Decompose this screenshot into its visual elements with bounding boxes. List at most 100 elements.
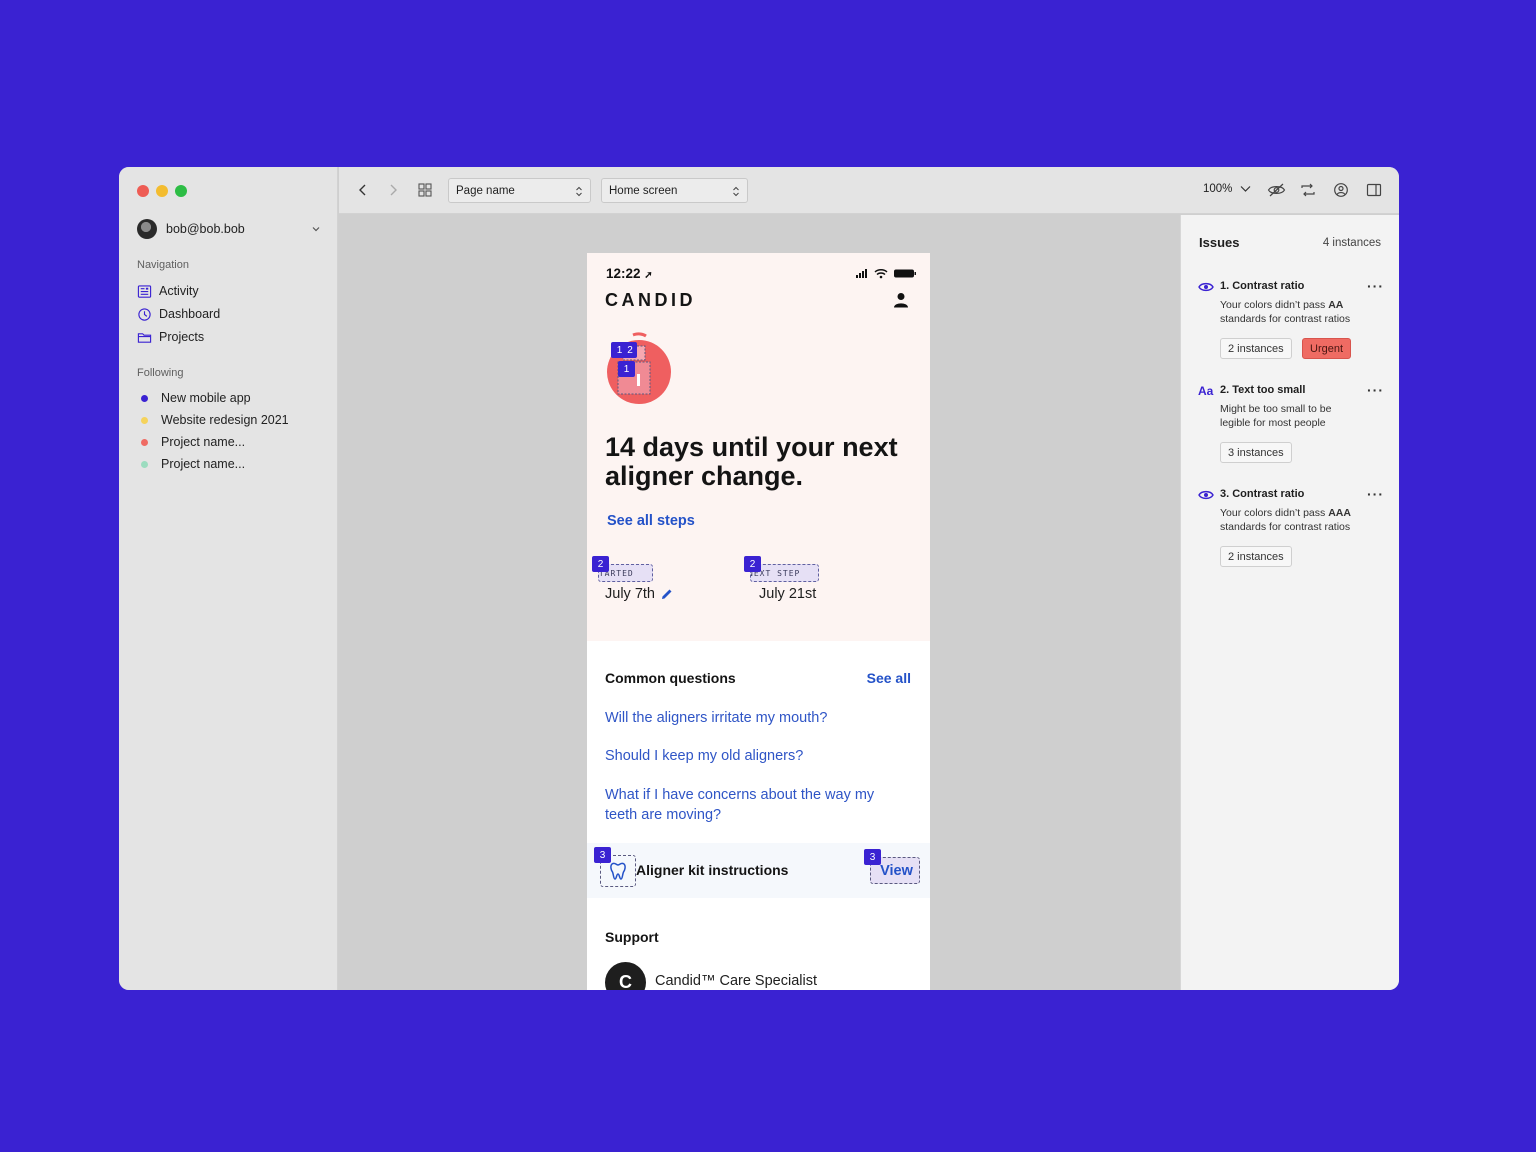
start-date-text: July 7th xyxy=(605,586,655,602)
instances-chip[interactable]: 2 instances xyxy=(1220,546,1292,567)
issues-panel: Issues 4 instances 1. Contrast ratio ···… xyxy=(1180,215,1399,990)
issue-title: 3. Contrast ratio xyxy=(1220,488,1305,500)
sidebar-item-dashboard[interactable]: Dashboard xyxy=(137,305,220,323)
issue-description-bold: AAA xyxy=(1328,507,1351,519)
user-circle-icon[interactable] xyxy=(1333,182,1349,198)
project-color-dot xyxy=(141,438,148,446)
project-color-dot xyxy=(141,460,148,468)
chevron-down-icon xyxy=(1240,186,1251,192)
chevron-down-icon xyxy=(312,227,320,232)
maximize-window-button[interactable] xyxy=(175,185,187,197)
phone-screen: 12:22 ➚ CANDID 1 2 1 14 days until your … xyxy=(587,253,930,990)
issue-title: 1. Contrast ratio xyxy=(1220,280,1305,292)
more-options-icon[interactable]: ··· xyxy=(1367,486,1384,502)
updown-chevron-icon xyxy=(733,186,739,197)
issue-description-text: standards for contrast ratios xyxy=(1220,313,1351,325)
navigation-heading: Navigation xyxy=(137,259,189,271)
tooth-icon xyxy=(610,862,626,880)
close-window-button[interactable] xyxy=(137,185,149,197)
avatar xyxy=(137,219,157,239)
screen-select-value: Home screen xyxy=(609,184,678,197)
issue-title: 2. Text too small xyxy=(1220,384,1306,396)
user-email: bob@bob.bob xyxy=(166,222,245,236)
issue-description-bold: AA xyxy=(1328,299,1344,311)
issue-marker[interactable]: 2 xyxy=(744,556,761,572)
status-bar-icons xyxy=(856,269,916,279)
following-item-label: Project name... xyxy=(161,435,246,449)
instances-chip[interactable]: 2 instances xyxy=(1220,338,1292,359)
sidebar-item-label: Projects xyxy=(159,330,205,344)
forward-arrow-icon[interactable] xyxy=(385,182,401,198)
faq-link[interactable]: What if I have concerns about the way my… xyxy=(605,785,895,825)
issue-marker[interactable]: 1 xyxy=(618,361,635,377)
care-avatar-text: C xyxy=(619,972,632,990)
project-color-dot xyxy=(141,416,148,424)
page-title: 14 days until your next aligner change. xyxy=(605,432,898,491)
text-size-icon: Aa xyxy=(1198,384,1214,398)
back-arrow-icon[interactable] xyxy=(355,182,371,198)
issues-count: 4 instances xyxy=(1322,237,1381,249)
following-item[interactable]: Project name... xyxy=(141,433,245,451)
sidebar-item-label: Dashboard xyxy=(159,307,221,321)
issue-marker[interactable]: 3 xyxy=(594,847,611,863)
see-all-questions-link[interactable]: See all xyxy=(867,670,911,686)
urgent-badge[interactable]: Urgent xyxy=(1302,338,1352,359)
sync-icon[interactable] xyxy=(1300,182,1316,198)
issue-marker[interactable]: 3 xyxy=(864,849,881,865)
eye-icon xyxy=(1198,490,1214,500)
profile-icon[interactable] xyxy=(893,292,909,308)
following-heading: Following xyxy=(137,367,184,379)
folder-icon xyxy=(137,332,152,343)
zoom-select[interactable]: 100% xyxy=(1203,183,1251,195)
start-date: July 7th xyxy=(605,586,673,602)
following-item-label: Project name... xyxy=(161,457,246,471)
issue-description: Your colors didn’t pass AAA standards fo… xyxy=(1220,506,1380,534)
instances-chip[interactable]: 3 instances xyxy=(1220,442,1292,463)
support-title: Support xyxy=(605,929,659,945)
location-arrow-icon: ➚ xyxy=(644,270,653,281)
screen-select[interactable]: Home screen xyxy=(601,178,748,203)
status-time-text: 12:22 xyxy=(606,266,641,281)
minimize-window-button[interactable] xyxy=(156,185,168,197)
sidebar-item-projects[interactable]: Projects xyxy=(137,328,204,346)
toolbar: Page name Home screen 100% xyxy=(339,167,1399,214)
account-switcher[interactable]: bob@bob.bob xyxy=(137,218,321,240)
following-item-label: Website redesign 2021 xyxy=(161,413,289,427)
design-canvas[interactable]: 12:22 ➚ CANDID 1 2 1 14 days until your … xyxy=(339,215,1268,990)
window-controls xyxy=(137,185,187,197)
sidebar-item-label: Activity xyxy=(159,284,199,298)
issue-description: Might be too small to be legible for mos… xyxy=(1220,403,1332,429)
page-select-value: Page name xyxy=(456,184,515,197)
kit-label: Aligner kit instructions xyxy=(636,862,789,878)
issue-marker[interactable]: 2 xyxy=(623,342,637,358)
care-specialist-label[interactable]: Candid™ Care Specialist xyxy=(655,973,817,989)
issue-marker[interactable]: 2 xyxy=(592,556,609,572)
grid-icon[interactable] xyxy=(417,182,433,198)
issues-title: Issues xyxy=(1199,235,1240,250)
following-item[interactable]: Website redesign 2021 xyxy=(141,411,289,429)
hide-eye-icon[interactable] xyxy=(1267,182,1286,198)
newspaper-icon xyxy=(137,284,152,298)
issue-description-text: Your colors didn’t pass xyxy=(1220,507,1329,519)
app-window: bob@bob.bob Navigation Activity Dashboar… xyxy=(119,167,1399,990)
care-specialist-avatar: C xyxy=(605,962,646,990)
see-all-steps-link[interactable]: See all steps xyxy=(607,513,695,529)
pencil-icon[interactable] xyxy=(661,588,673,600)
faq-link[interactable]: Will the aligners irritate my mouth? xyxy=(605,708,905,728)
sidebar-toggle-icon[interactable] xyxy=(1366,182,1382,198)
aligner-kit-row[interactable]: 3 Aligner kit instructions View 3 xyxy=(587,843,930,898)
more-options-icon[interactable]: ··· xyxy=(1367,278,1384,294)
status-time: 12:22 ➚ xyxy=(606,266,653,281)
faq-link[interactable]: Should I keep my old aligners? xyxy=(605,746,905,766)
following-item[interactable]: Project name... xyxy=(141,455,245,473)
sidebar-item-activity[interactable]: Activity xyxy=(137,282,199,300)
page-select[interactable]: Page name xyxy=(448,178,591,203)
following-item[interactable]: New mobile app xyxy=(141,389,251,407)
issue-description-text: Your colors didn’t pass xyxy=(1220,299,1329,311)
next-date-text: July 21st xyxy=(759,586,817,602)
more-options-icon[interactable]: ··· xyxy=(1367,382,1384,398)
following-item-label: New mobile app xyxy=(161,391,251,405)
project-color-dot xyxy=(141,394,148,402)
zoom-value: 100% xyxy=(1203,183,1233,195)
clock-icon xyxy=(138,307,151,321)
